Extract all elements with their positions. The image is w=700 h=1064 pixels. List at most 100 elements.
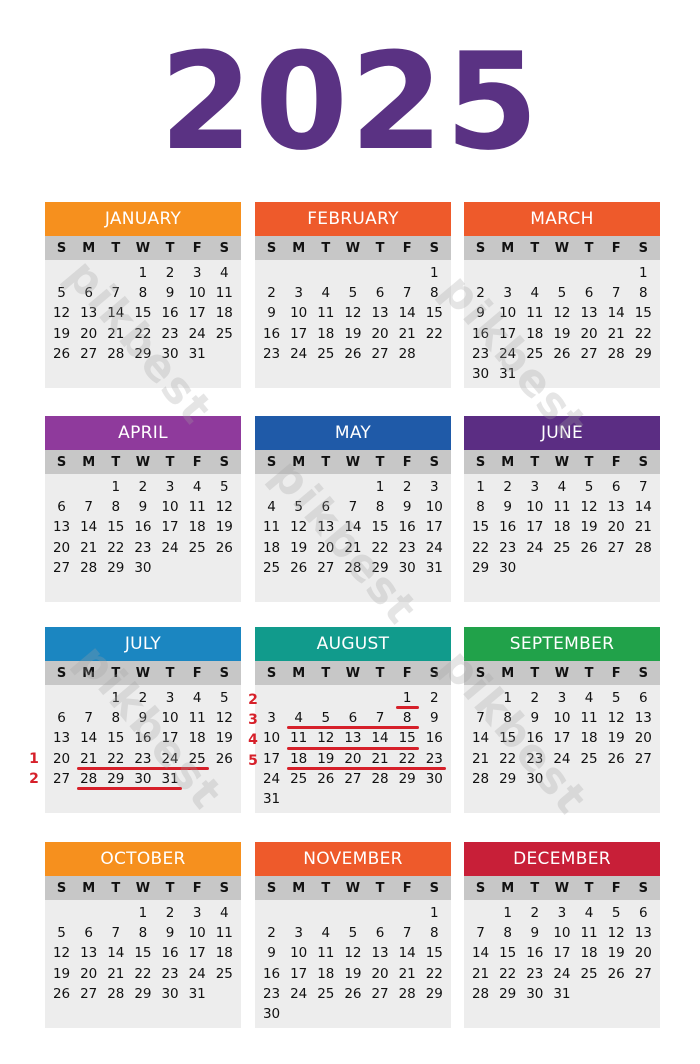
day-cell: 18 <box>580 945 598 962</box>
day-cell: 21 <box>398 965 416 982</box>
week-number-mark: 2 <box>248 692 258 708</box>
day-cell: 9 <box>165 925 175 942</box>
weekday-label: W <box>554 454 570 470</box>
day-cell: 12 <box>290 519 308 536</box>
day-blank <box>102 903 129 923</box>
day-blank <box>312 688 339 708</box>
day-cell: 14 <box>471 730 490 747</box>
day-cell: 9 <box>503 499 512 516</box>
day-cell: 24 <box>553 750 571 767</box>
day-cell: 20 <box>371 325 389 342</box>
day-cell: 23 <box>161 965 179 982</box>
day-cell: 14 <box>398 945 416 962</box>
day-cell: 12 <box>580 499 598 516</box>
day-cell: 12 <box>317 730 335 747</box>
day-cell: 28 <box>398 345 416 362</box>
day-cell: 26 <box>52 345 71 362</box>
day-cell: 24 <box>499 345 517 362</box>
day-cell: 8 <box>375 499 385 516</box>
day-cell: 25 <box>553 539 571 556</box>
month-october: OCTOBER S M T W T F S 1 2 3 4 5 6 7 8 9 10 11 12 13 14 15 16 17 1… <box>45 842 241 1028</box>
day-cell: 23 <box>471 345 490 362</box>
day-cell: 31 <box>425 559 443 576</box>
day-blank <box>494 263 521 283</box>
day-cell: 29 <box>107 559 125 576</box>
day-cell: 18 <box>317 325 335 342</box>
weekday-label: T <box>584 880 594 896</box>
day-cell: 15 <box>425 305 443 322</box>
day-cell: 16 <box>161 305 179 322</box>
day-cell: 25 <box>262 559 281 576</box>
weekday-label: M <box>82 240 96 256</box>
day-cell: 2 <box>430 690 439 706</box>
day-cell: 18 <box>215 945 233 962</box>
day-cell: 31 <box>188 985 206 1002</box>
day-cell: 8 <box>430 925 439 942</box>
day-cell: 5 <box>220 690 229 706</box>
day-cell: 11 <box>580 925 598 942</box>
day-blank <box>285 477 312 497</box>
day-cell: 1 <box>402 690 412 706</box>
day-cell: 16 <box>262 965 281 982</box>
day-cell: 9 <box>430 710 439 727</box>
day-cell: 4 <box>321 925 331 942</box>
day-cell: 13 <box>317 519 335 536</box>
day-cell: 7 <box>84 710 93 727</box>
day-cell: 24 <box>425 539 443 556</box>
day-cell: 1 <box>138 905 148 921</box>
month-january: JANUARY S M T W T F S 1 2 3 4 5 6 7 8 9 10 11 12 13 14 15 16 17 1… <box>45 202 241 388</box>
day-cell: 2 <box>530 690 540 706</box>
day-cell: 14 <box>634 499 652 516</box>
day-cell: 22 <box>107 539 125 556</box>
day-cell: 12 <box>215 710 233 727</box>
day-blank <box>467 263 494 283</box>
day-cell: 25 <box>188 539 206 556</box>
month-header: MAY <box>255 416 451 450</box>
day-cell: 11 <box>262 519 281 536</box>
weekday-label: M <box>82 665 96 681</box>
month-header: OCTOBER <box>45 842 241 876</box>
month-august: AUGUST S M T W T F S 1 2 3 4 5 6 7 8 9 10 11 12 13 14 15 16 17 18… <box>255 627 451 813</box>
day-cell: 11 <box>580 710 598 727</box>
weekday-row: SMTWTFS <box>45 236 241 260</box>
day-cell: 19 <box>52 325 71 342</box>
day-cell: 29 <box>134 985 152 1002</box>
day-blank <box>339 477 366 497</box>
day-cell: 17 <box>425 519 443 536</box>
weekday-label: M <box>501 665 515 681</box>
day-cell: 27 <box>371 985 389 1002</box>
day-cell: 12 <box>607 925 625 942</box>
day-cell: 9 <box>138 499 148 516</box>
day-cell: 1 <box>375 479 385 495</box>
day-cell: 27 <box>634 965 652 982</box>
day-cell: 26 <box>580 539 598 556</box>
day-cell: 17 <box>262 750 281 767</box>
day-grid: 1 2 3 4 5 6 7 8 9 10 11 12 13 14 15 16 17 18 19 20 21 22 23 24 2… <box>464 900 660 1004</box>
day-cell: 12 <box>344 305 362 322</box>
day-cell: 18 <box>188 519 206 536</box>
day-cell: 2 <box>165 905 175 921</box>
day-cell: 11 <box>317 945 335 962</box>
day-cell: 28 <box>371 770 389 787</box>
day-cell: 4 <box>294 710 303 727</box>
day-cell: 18 <box>553 519 571 536</box>
weekday-label: F <box>611 880 621 896</box>
weekday-row: SMTWTFS <box>255 661 451 685</box>
day-cell: 5 <box>611 905 621 921</box>
day-cell: 3 <box>192 265 202 281</box>
weekday-label: F <box>402 240 412 256</box>
day-cell: 21 <box>107 965 125 982</box>
day-cell: 15 <box>107 730 125 747</box>
day-grid: 1 2 3 4 5 6 7 8 9 10 11 12 13 14 15 16 17 18 19 20 21 22 23 24 2… <box>464 474 660 578</box>
day-cell: 23 <box>161 325 179 342</box>
day-cell: 8 <box>138 925 148 942</box>
day-cell: 5 <box>321 710 331 727</box>
day-grid: 1 2 3 4 5 6 7 8 9 10 11 12 13 14 15 16 17 18 19 20 21 22 23 24 2… <box>45 900 241 1004</box>
day-cell: 11 <box>526 305 544 322</box>
weekday-label: T <box>321 880 331 896</box>
day-cell: 8 <box>402 710 412 727</box>
day-cell: 28 <box>471 770 490 787</box>
weekday-label: T <box>165 240 175 256</box>
day-cell: 7 <box>476 925 485 942</box>
weekday-label: S <box>638 880 648 896</box>
